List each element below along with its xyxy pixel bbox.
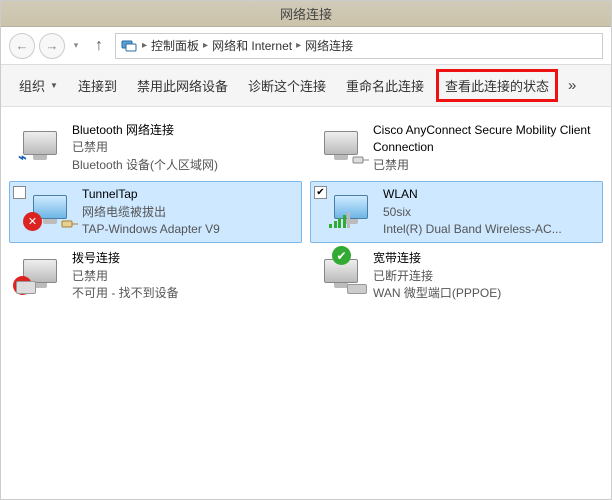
modem-icon bbox=[347, 284, 367, 294]
breadcrumb-seg-3[interactable]: 网络连接 bbox=[305, 37, 353, 54]
up-button[interactable]: ↑ bbox=[87, 34, 111, 58]
chevron-right-icon: ▸ bbox=[200, 40, 211, 51]
network-icon: ✕ bbox=[26, 186, 74, 228]
connection-name: Bluetooth 网络连接 bbox=[72, 122, 218, 139]
connection-status: 已禁用 bbox=[72, 139, 218, 156]
connection-name: WLAN bbox=[383, 186, 562, 203]
connection-device: Intel(R) Dual Band Wireless-AC... bbox=[383, 221, 562, 238]
connection-device: Bluetooth 设备(个人区域网) bbox=[72, 157, 218, 174]
nav-bar: ← → ▾ ↑ ▸ 控制面板 ▸ 网络和 Internet ▸ 网络连接 bbox=[1, 27, 611, 65]
error-icon: ✕ bbox=[23, 212, 42, 231]
connection-item-wlan[interactable]: ✔ WLAN 50six Intel(R) Dual Band Wireless… bbox=[310, 181, 603, 243]
network-icon: ⌁ bbox=[16, 122, 64, 164]
connection-item-cisco[interactable]: Cisco AnyConnect Secure Mobility Client … bbox=[310, 117, 603, 179]
breadcrumb[interactable]: ▸ 控制面板 ▸ 网络和 Internet ▸ 网络连接 bbox=[115, 33, 603, 59]
connection-text: 宽带连接 已断开连接 WAN 微型端口(PPPOE) bbox=[373, 250, 501, 302]
back-button[interactable]: ← bbox=[9, 33, 35, 59]
connection-status: 已禁用 bbox=[72, 268, 179, 285]
connection-device: WAN 微型端口(PPPOE) bbox=[373, 285, 501, 302]
plug-icon bbox=[351, 154, 369, 166]
connection-text: TunnelTap 网络电缆被拔出 TAP-Windows Adapter V9 bbox=[82, 186, 220, 238]
network-icon: ✕ bbox=[16, 250, 64, 292]
connection-text: Bluetooth 网络连接 已禁用 Bluetooth 设备(个人区域网) bbox=[72, 122, 218, 174]
connection-name: 宽带连接 bbox=[373, 250, 501, 267]
breadcrumb-seg-1[interactable]: 控制面板 bbox=[151, 37, 199, 54]
diagnose-label: 诊断这个连接 bbox=[248, 76, 326, 95]
connection-device: TAP-Windows Adapter V9 bbox=[82, 221, 220, 238]
chevron-overflow-icon[interactable]: » bbox=[568, 77, 576, 94]
connection-text: 拨号连接 已禁用 不可用 - 找不到设备 bbox=[72, 250, 179, 302]
connection-status: 已禁用 bbox=[373, 157, 596, 174]
forward-button[interactable]: → bbox=[39, 33, 65, 59]
connect-to-label: 连接到 bbox=[78, 76, 117, 95]
connection-name: Cisco AnyConnect Secure Mobility Client … bbox=[373, 122, 596, 157]
checkbox-checked[interactable]: ✔ bbox=[314, 186, 327, 199]
connection-name: 拨号连接 bbox=[72, 250, 179, 267]
view-status-label: 查看此连接的状态 bbox=[445, 76, 549, 95]
window-title-bar: 网络连接 bbox=[1, 1, 611, 27]
disable-label: 禁用此网络设备 bbox=[137, 76, 228, 95]
connection-status: 网络电缆被拔出 bbox=[82, 204, 220, 221]
bluetooth-icon: ⌁ bbox=[13, 148, 32, 167]
connection-item-broadband[interactable]: ✔ 宽带连接 已断开连接 WAN 微型端口(PPPOE) bbox=[310, 245, 603, 307]
rename-label: 重命名此连接 bbox=[346, 76, 424, 95]
network-icon bbox=[317, 122, 365, 164]
network-icon: ✔ bbox=[317, 250, 365, 292]
connection-status: 已断开连接 bbox=[373, 268, 501, 285]
connection-item-bluetooth[interactable]: ⌁ Bluetooth 网络连接 已禁用 Bluetooth 设备(个人区域网) bbox=[9, 117, 302, 179]
content-area: ⌁ Bluetooth 网络连接 已禁用 Bluetooth 设备(个人区域网)… bbox=[1, 107, 611, 499]
rename-button[interactable]: 重命名此连接 bbox=[338, 70, 432, 101]
connection-text: WLAN 50six Intel(R) Dual Band Wireless-A… bbox=[383, 186, 562, 238]
connection-device: 不可用 - 找不到设备 bbox=[72, 285, 179, 302]
view-status-button[interactable]: 查看此连接的状态 bbox=[436, 69, 558, 102]
connection-item-dialup[interactable]: ✕ 拨号连接 已禁用 不可用 - 找不到设备 bbox=[9, 245, 302, 307]
connections-grid: ⌁ Bluetooth 网络连接 已禁用 Bluetooth 设备(个人区域网)… bbox=[9, 117, 603, 308]
diagnose-button[interactable]: 诊断这个连接 bbox=[240, 70, 334, 101]
plug-icon bbox=[60, 218, 78, 230]
history-dropdown[interactable]: ▾ bbox=[69, 40, 83, 51]
organize-label: 组织 bbox=[19, 76, 45, 95]
connection-item-tunneltap[interactable]: ✕ TunnelTap 网络电缆被拔出 TAP-Windows Adapter … bbox=[9, 181, 302, 243]
network-icon bbox=[327, 186, 375, 228]
organize-menu[interactable]: 组织 ▼ bbox=[11, 70, 66, 101]
chevron-right-icon: ▸ bbox=[293, 40, 304, 51]
breadcrumb-seg-2[interactable]: 网络和 Internet bbox=[212, 37, 292, 54]
connection-text: Cisco AnyConnect Secure Mobility Client … bbox=[373, 122, 596, 174]
wifi-signal-icon bbox=[329, 212, 350, 228]
command-toolbar: 组织 ▼ 连接到 禁用此网络设备 诊断这个连接 重命名此连接 查看此连接的状态 … bbox=[1, 65, 611, 107]
connect-to-button[interactable]: 连接到 bbox=[70, 70, 125, 101]
location-icon bbox=[120, 37, 138, 55]
window-title: 网络连接 bbox=[280, 4, 332, 23]
disable-device-button[interactable]: 禁用此网络设备 bbox=[129, 70, 236, 101]
connection-name: TunnelTap bbox=[82, 186, 220, 203]
chevron-right-icon: ▸ bbox=[139, 40, 150, 51]
checkbox[interactable] bbox=[13, 186, 26, 199]
phone-icon bbox=[16, 281, 36, 294]
chevron-down-icon: ▼ bbox=[50, 81, 58, 90]
connection-status: 50six bbox=[383, 204, 562, 221]
